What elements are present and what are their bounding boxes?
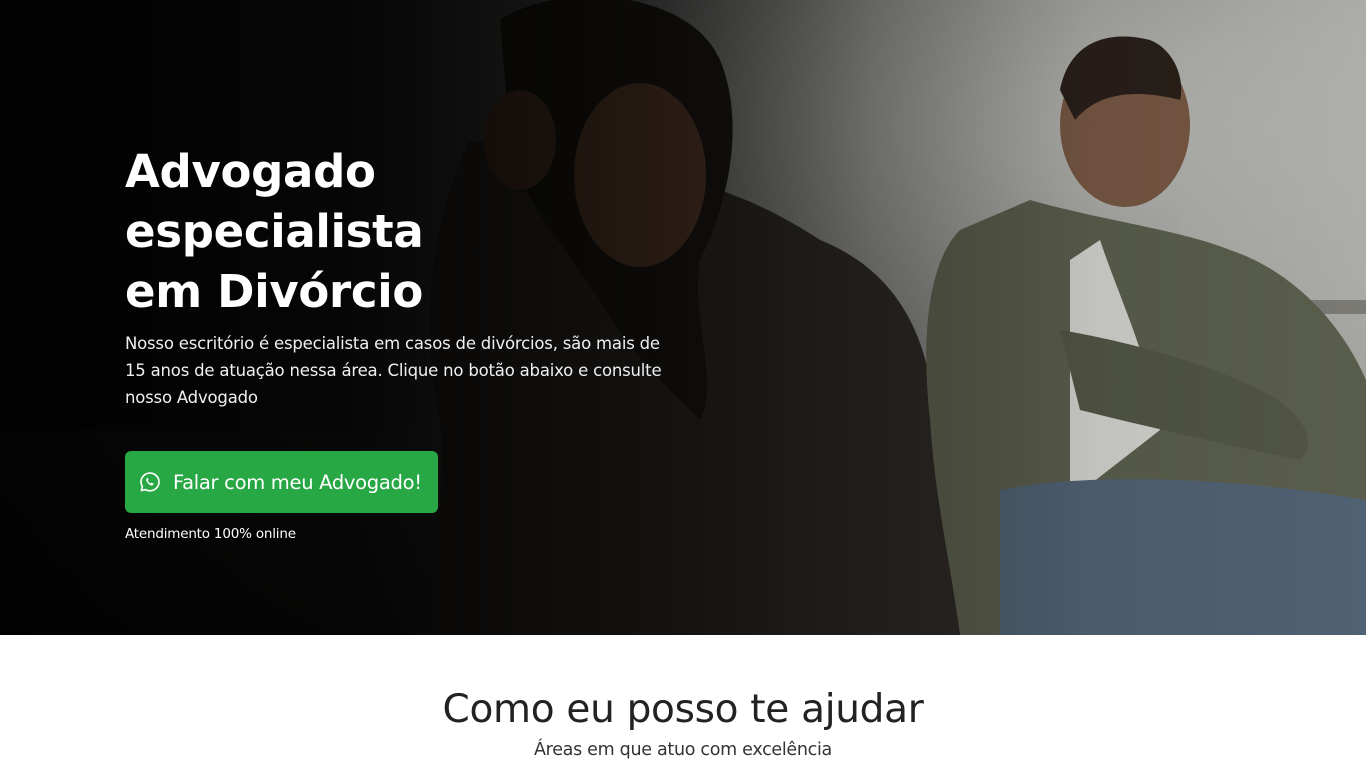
services-subtitle: Áreas em que atuo com excelência <box>534 740 832 760</box>
hero-section: Advogado especialista em Divórcio Nosso … <box>0 0 1366 635</box>
hero-content: Advogado especialista em Divórcio Nosso … <box>125 142 685 542</box>
online-service-note: Atendimento 100% online <box>125 526 296 542</box>
services-section: Como eu posso te ajudar Áreas em que atu… <box>0 635 1366 768</box>
talk-to-lawyer-button[interactable]: Falar com meu Advogado! <box>125 451 438 513</box>
hero-title: Advogado especialista em Divórcio <box>125 142 685 322</box>
whatsapp-icon <box>140 472 160 492</box>
hero-title-line1: Advogado especialista <box>125 145 424 258</box>
talk-to-lawyer-label: Falar com meu Advogado! <box>173 470 422 494</box>
hero-description: Nosso escritório é especialista em casos… <box>125 334 662 407</box>
hero-title-line2: em Divórcio <box>125 265 424 318</box>
services-title: Como eu posso te ajudar <box>442 687 924 732</box>
